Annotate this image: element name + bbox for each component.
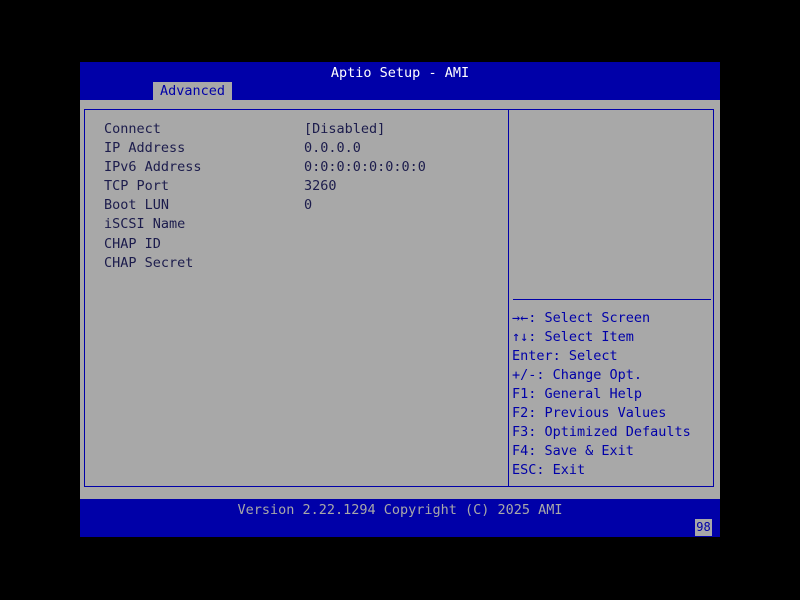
- setting-label: IP Address: [104, 140, 186, 157]
- setting-label: CHAP ID: [104, 235, 161, 252]
- main-panel: Connect [Disabled] IP Address 0.0.0.0 IP…: [80, 100, 720, 499]
- setting-label: TCP Port: [104, 178, 170, 195]
- setting-value[interactable]: 3260: [304, 177, 337, 196]
- setting-row-boot-lun[interactable]: Boot LUN 0: [104, 196, 504, 215]
- tab-advanced[interactable]: Advanced: [153, 82, 233, 100]
- footer-bar: Version 2.22.1294 Copyright (C) 2025 AMI…: [80, 499, 720, 537]
- setting-value[interactable]: [Disabled]: [304, 120, 385, 139]
- setting-label: iSCSI Name: [104, 216, 186, 233]
- version-text: Version 2.22.1294 Copyright (C) 2025 AMI: [237, 502, 563, 518]
- help-esc-exit: ESC: Exit: [512, 462, 586, 478]
- bios-setup-screen: Aptio Setup - AMI Advanced Connect [Disa…: [80, 62, 720, 537]
- content-frame: Connect [Disabled] IP Address 0.0.0.0 IP…: [84, 109, 714, 487]
- app-title: Aptio Setup - AMI: [330, 65, 470, 81]
- setting-label: CHAP Secret: [104, 254, 194, 271]
- setting-label: Connect: [104, 121, 161, 137]
- setting-value[interactable]: 0:0:0:0:0:0:0:0: [304, 158, 426, 177]
- help-enter-select: Enter: Select: [512, 348, 618, 364]
- help-select-item: ↑↓: Select Item: [512, 329, 634, 345]
- help-select-screen: →←: Select Screen: [512, 310, 651, 326]
- setting-row-connect[interactable]: Connect [Disabled]: [104, 120, 504, 139]
- help-previous-values: F2: Previous Values: [512, 405, 667, 421]
- help-change-opt: +/-: Change Opt.: [512, 367, 643, 383]
- help-general-help: F1: General Help: [512, 386, 643, 402]
- setting-row-chap-id[interactable]: CHAP ID: [104, 235, 504, 254]
- setting-value[interactable]: 0: [304, 196, 312, 215]
- setting-row-iscsi-name[interactable]: iSCSI Name: [104, 215, 504, 234]
- setting-label: Boot LUN: [104, 197, 170, 214]
- setting-row-tcp-port[interactable]: TCP Port 3260: [104, 177, 504, 196]
- help-panel: →←: Select Screen ↑↓: Select Item Enter:…: [512, 309, 691, 480]
- help-divider: [513, 299, 711, 300]
- setting-row-ipv6-address[interactable]: IPv6 Address 0:0:0:0:0:0:0:0: [104, 158, 504, 177]
- vertical-divider: [508, 110, 509, 486]
- setting-label: IPv6 Address: [104, 159, 202, 176]
- settings-list: Connect [Disabled] IP Address 0.0.0.0 IP…: [104, 120, 504, 273]
- help-save-exit: F4: Save & Exit: [512, 443, 634, 459]
- header-bar: Aptio Setup - AMI Advanced: [80, 62, 720, 100]
- setting-row-chap-secret[interactable]: CHAP Secret: [104, 254, 504, 273]
- post-code-badge: 98: [695, 519, 712, 536]
- help-optimized-defaults: F3: Optimized Defaults: [512, 424, 691, 440]
- setting-value[interactable]: 0.0.0.0: [304, 139, 361, 158]
- setting-row-ip-address[interactable]: IP Address 0.0.0.0: [104, 139, 504, 158]
